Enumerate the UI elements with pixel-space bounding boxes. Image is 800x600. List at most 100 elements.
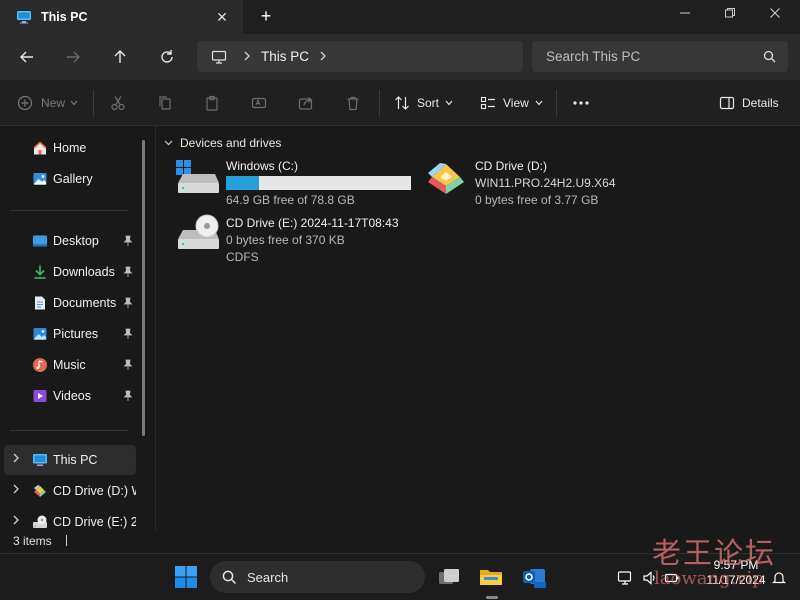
sidebar-item-home[interactable]: Home — [4, 133, 136, 163]
outlook-icon — [523, 569, 546, 588]
sidebar-item-downloads[interactable]: Downloads — [4, 257, 136, 287]
active-app-indicator — [486, 596, 498, 599]
taskbar-search[interactable]: Search — [210, 561, 425, 593]
sidebar-item-desktop[interactable]: Desktop — [4, 226, 136, 256]
title-bar: This PC ✕ + — [0, 0, 800, 34]
pin-icon[interactable] — [123, 390, 133, 402]
search-box[interactable]: Search This PC — [532, 41, 788, 72]
sidebar-item-gallery[interactable]: Gallery — [4, 164, 136, 194]
chevron-right-icon — [13, 484, 19, 494]
sidebar-item-music[interactable]: Music — [4, 350, 136, 380]
chevron-right-icon — [244, 51, 250, 60]
taskbar-search-label: Search — [247, 569, 289, 585]
chevron-right-icon[interactable] — [12, 515, 22, 529]
file-list-pane: Devices and drives Windows (C:) 64.9 GB … — [155, 126, 800, 530]
minimize-button[interactable] — [673, 5, 697, 25]
task-view-icon — [439, 569, 459, 584]
minimize-icon — [680, 12, 690, 14]
disc-image-icon — [34, 485, 46, 497]
address-bar[interactable]: This PC — [197, 41, 523, 72]
close-window-button[interactable] — [763, 5, 787, 25]
monitor-icon — [17, 11, 31, 24]
cut-button[interactable] — [110, 94, 126, 112]
pin-icon[interactable] — [123, 297, 133, 309]
restore-button[interactable] — [718, 5, 742, 25]
sort-button[interactable]: Sort — [394, 94, 453, 112]
tab-this-pc[interactable]: This PC ✕ — [0, 0, 243, 34]
pin-icon[interactable] — [123, 328, 133, 340]
disc-image-icon — [428, 163, 464, 194]
start-button[interactable] — [173, 564, 199, 590]
chevron-right-icon[interactable] — [243, 50, 251, 64]
search-icon — [222, 570, 237, 584]
breadcrumb-this-pc[interactable]: This PC — [261, 49, 309, 64]
refresh-icon — [161, 50, 173, 63]
chevron-right-icon[interactable] — [12, 453, 22, 467]
breadcrumb-chevron[interactable] — [319, 50, 327, 64]
drive-item-c[interactable]: Windows (C:) 64.9 GB free of 78.8 GB — [175, 158, 420, 210]
drive-name: CD Drive (D:) — [475, 159, 547, 173]
drive-free-space: 0 bytes free of 370 KB — [226, 233, 345, 247]
up-button[interactable] — [109, 46, 131, 68]
refresh-button[interactable] — [156, 46, 178, 68]
delete-button[interactable] — [345, 94, 361, 112]
sidebar-item-videos[interactable]: Videos — [4, 381, 136, 411]
new-label: New — [41, 96, 66, 110]
search-input[interactable]: Search This PC — [546, 49, 640, 64]
pin-icon[interactable] — [123, 235, 133, 247]
drive-label: WIN11.PRO.24H2.U9.X64 — [475, 176, 616, 190]
scissors-icon — [111, 96, 125, 111]
sidebar-item-pictures[interactable]: Pictures — [4, 319, 136, 349]
network-icon[interactable] — [617, 570, 633, 586]
forward-button[interactable] — [62, 46, 84, 68]
notification-bell-icon[interactable] — [771, 570, 787, 586]
pin-icon[interactable] — [123, 266, 133, 278]
file-explorer-button[interactable] — [478, 564, 504, 590]
pin-icon[interactable] — [123, 359, 133, 371]
drive-name: CD Drive (E:) 2024-11-17T08:43 — [226, 216, 399, 230]
details-pane-icon — [719, 96, 735, 110]
new-button[interactable]: New — [17, 94, 78, 112]
drive-item-e[interactable]: CD Drive (E:) 2024-11-17T08:43 0 bytes f… — [175, 214, 435, 270]
more-options-button[interactable] — [572, 94, 590, 112]
chevron-right-icon — [13, 453, 19, 463]
network-icon — [617, 571, 632, 585]
windows-drive-icon — [176, 160, 219, 193]
sidebar-item-label: Desktop — [53, 234, 99, 248]
new-tab-button[interactable]: + — [258, 7, 274, 25]
details-label: Details — [742, 96, 779, 110]
sidebar-item-label: Pictures — [53, 327, 99, 341]
close-tab-icon[interactable]: ✕ — [215, 10, 229, 24]
outlook-new-button[interactable] — [521, 564, 547, 590]
sidebar-item-documents[interactable]: Documents — [4, 288, 136, 318]
view-icon — [480, 96, 495, 110]
chevron-down-icon[interactable] — [164, 138, 173, 148]
capacity-bar — [226, 176, 411, 190]
scrollbar[interactable] — [142, 140, 145, 436]
arrow-up-icon — [114, 50, 126, 63]
sidebar-item-cd-drive-d[interactable]: CD Drive (D:) W — [4, 476, 136, 506]
folder-icon — [480, 570, 502, 585]
sidebar-item-this-pc[interactable]: This PC — [4, 445, 136, 475]
group-header[interactable]: Devices and drives — [164, 136, 281, 150]
monitor-icon — [211, 50, 227, 64]
share-button[interactable] — [298, 94, 314, 112]
back-button[interactable] — [16, 46, 38, 68]
sidebar-item-label: Downloads — [53, 265, 115, 279]
drive-name: Windows (C:) — [226, 159, 299, 173]
chevron-down-icon — [535, 100, 543, 106]
task-view-button[interactable] — [436, 564, 462, 590]
rename-button[interactable] — [251, 94, 267, 112]
divider — [10, 430, 128, 431]
view-button[interactable]: View — [480, 94, 543, 112]
drive-item-d[interactable]: CD Drive (D:) WIN11.PRO.24H2.U9.X64 0 by… — [426, 158, 636, 210]
details-button[interactable]: Details — [719, 94, 779, 112]
chevron-right-icon[interactable] — [12, 484, 22, 498]
add-icon — [17, 95, 33, 111]
sidebar-item-label: Gallery — [53, 172, 93, 186]
sort-icon — [395, 96, 409, 110]
download-icon — [34, 265, 46, 279]
pictures-icon — [33, 328, 47, 340]
copy-button[interactable] — [157, 94, 173, 112]
paste-button[interactable] — [204, 94, 220, 112]
